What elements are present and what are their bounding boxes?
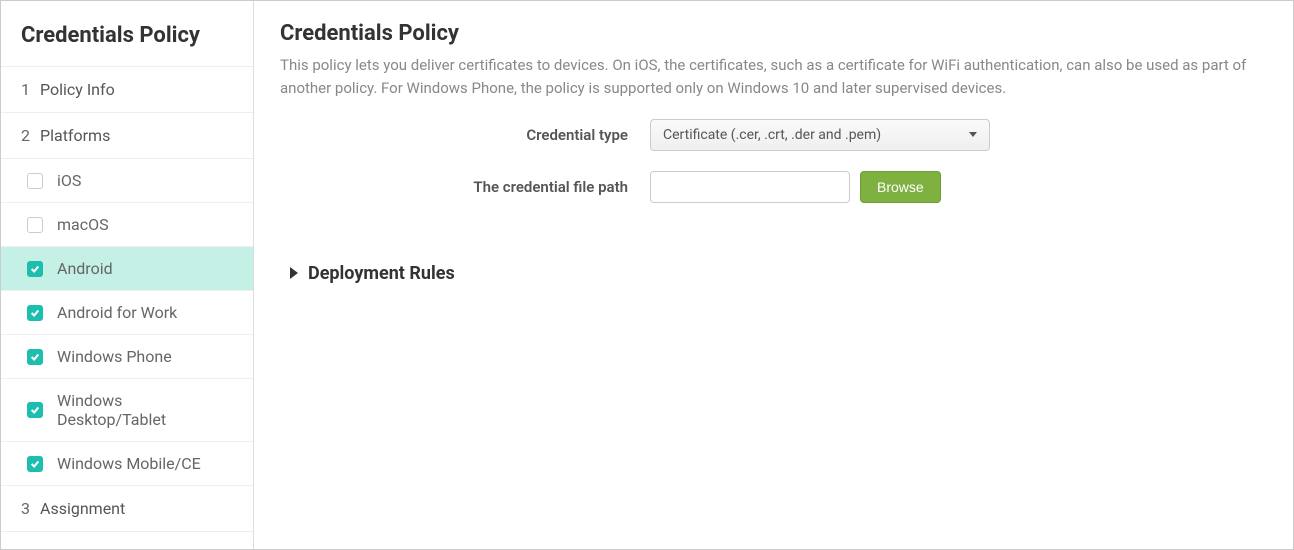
checkbox-icon[interactable] <box>27 305 43 321</box>
sidebar-title: Credentials Policy <box>1 1 253 67</box>
platform-label: Windows Desktop/Tablet <box>57 391 233 429</box>
step-label: Assignment <box>40 499 125 518</box>
page-description: This policy lets you deliver certificate… <box>280 54 1267 101</box>
platform-item-android-for-work[interactable]: Android for Work <box>1 291 253 335</box>
checkbox-icon[interactable] <box>27 261 43 277</box>
deployment-rules-header[interactable]: Deployment Rules <box>280 263 1267 284</box>
credential-type-label: Credential type <box>280 126 650 144</box>
checkbox-icon[interactable] <box>27 217 43 233</box>
checkbox-icon[interactable] <box>27 173 43 189</box>
platform-list: iOS macOS Android Android for Work Windo… <box>1 159 253 486</box>
platform-item-android[interactable]: Android <box>1 247 253 291</box>
step-assignment[interactable]: 3 Assignment <box>1 486 253 532</box>
step-platforms[interactable]: 2 Platforms <box>1 113 253 159</box>
platform-label: Windows Phone <box>57 347 172 366</box>
checkbox-icon[interactable] <box>27 456 43 472</box>
platform-label: Android for Work <box>57 303 177 322</box>
page-title: Credentials Policy <box>280 21 1267 46</box>
platform-item-windows-desktop-tablet[interactable]: Windows Desktop/Tablet <box>1 379 253 442</box>
platform-label: Android <box>57 259 113 278</box>
credential-type-select[interactable]: Certificate (.cer, .crt, .der and .pem) <box>650 119 990 151</box>
step-label: Policy Info <box>40 80 115 99</box>
platform-item-windows-phone[interactable]: Windows Phone <box>1 335 253 379</box>
file-path-input[interactable] <box>650 171 850 203</box>
platform-label: iOS <box>57 171 81 190</box>
select-value: Certificate (.cer, .crt, .der and .pem) <box>663 127 881 143</box>
step-label: Platforms <box>40 126 110 145</box>
checkbox-icon[interactable] <box>27 402 43 418</box>
form-row-credential-type: Credential type Certificate (.cer, .crt,… <box>280 119 1267 151</box>
disclosure-triangle-icon <box>290 267 298 279</box>
step-number: 2 <box>21 126 30 145</box>
platform-label: macOS <box>57 215 109 234</box>
checkbox-icon[interactable] <box>27 349 43 365</box>
browse-button[interactable]: Browse <box>860 171 941 203</box>
platform-label: Windows Mobile/CE <box>57 454 201 473</box>
platform-item-macos[interactable]: macOS <box>1 203 253 247</box>
main-content: Credentials Policy This policy lets you … <box>254 1 1293 549</box>
chevron-down-icon <box>969 132 977 137</box>
section-title: Deployment Rules <box>308 263 455 284</box>
step-policy-info[interactable]: 1 Policy Info <box>1 67 253 113</box>
sidebar: Credentials Policy 1 Policy Info 2 Platf… <box>1 1 254 549</box>
step-number: 3 <box>21 499 30 518</box>
file-path-label: The credential file path <box>280 178 650 196</box>
platform-item-ios[interactable]: iOS <box>1 159 253 203</box>
step-number: 1 <box>21 80 30 99</box>
platform-item-windows-mobile-ce[interactable]: Windows Mobile/CE <box>1 442 253 486</box>
form-row-file-path: The credential file path Browse <box>280 171 1267 203</box>
